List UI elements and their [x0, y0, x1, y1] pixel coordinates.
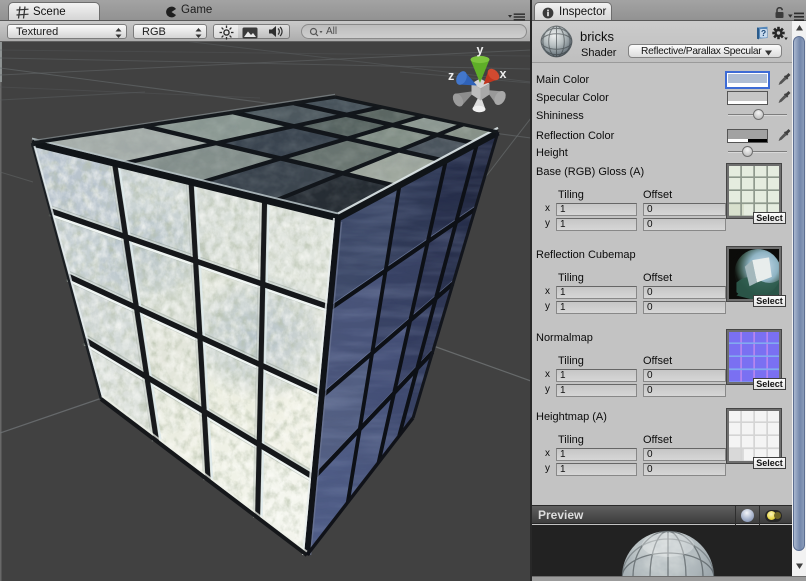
svg-text:?: ?: [761, 28, 766, 38]
svg-text:x: x: [500, 67, 507, 81]
svg-text:y: y: [477, 43, 484, 57]
svg-text:z: z: [448, 69, 454, 83]
